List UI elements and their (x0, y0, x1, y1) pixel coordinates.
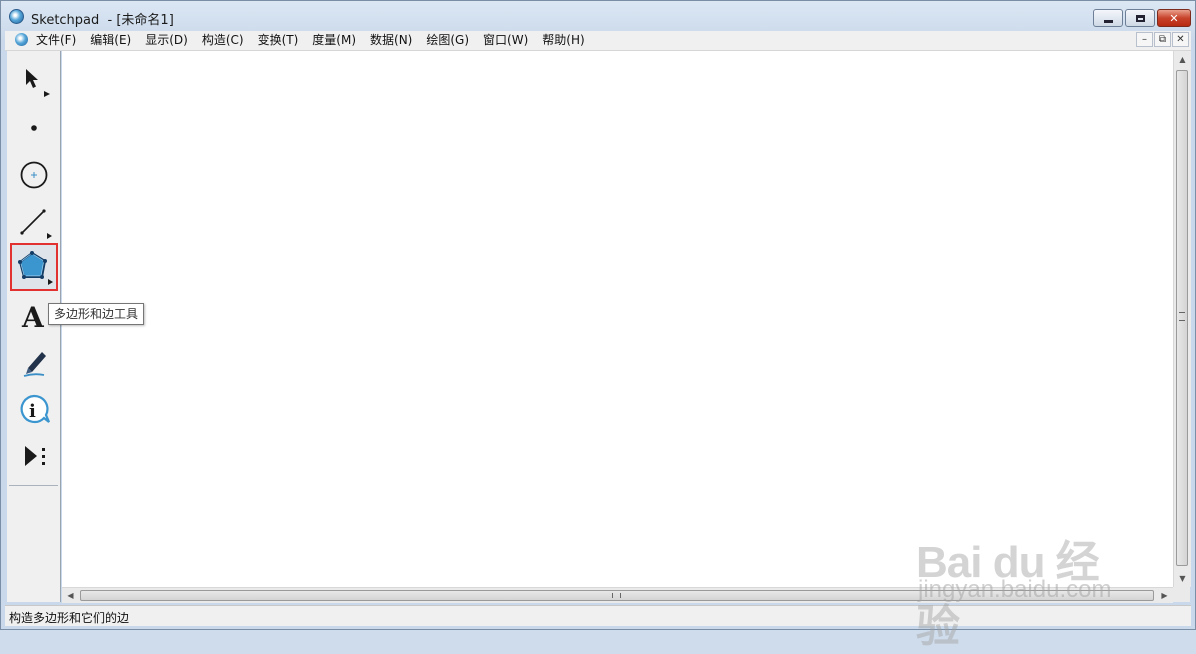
polygon-tool[interactable] (10, 243, 58, 291)
compass-tool[interactable] (11, 152, 57, 196)
play-dots-icon (25, 446, 45, 466)
close-button[interactable]: ✕ (1157, 9, 1191, 27)
minimize-button[interactable] (1093, 9, 1123, 27)
document-icon[interactable] (15, 33, 28, 46)
menu-bar: 文件(F) 编辑(E) 显示(D) 构造(C) 变换(T) 度量(M) 数据(N… (5, 31, 1191, 51)
menu-edit[interactable]: 编辑(E) (90, 33, 131, 48)
point-icon (31, 125, 37, 131)
menu-graph[interactable]: 绘图(G) (426, 33, 469, 48)
scroll-right-arrow-icon[interactable]: ▶ (1156, 588, 1173, 603)
scroll-corner (1173, 587, 1190, 602)
menu-transform[interactable]: 变换(T) (258, 33, 299, 48)
menu-help[interactable]: 帮助(H) (542, 33, 584, 48)
arrow-icon (26, 69, 50, 97)
title-bar[interactable]: Sketchpad - [未命名1] ✕ (1, 1, 1195, 31)
menu-display[interactable]: 显示(D) (145, 33, 188, 48)
vertical-scrollbar[interactable]: ▲ ▼ (1173, 51, 1191, 587)
baidu-watermark: Bai du 经验 jingyan.baidu.com (916, 496, 1136, 651)
point-tool[interactable] (11, 105, 57, 149)
doc-minimize-button[interactable]: – (1136, 32, 1153, 47)
marker-icon (23, 352, 46, 377)
grip-icon (1179, 312, 1185, 321)
svg-text:i: i (29, 401, 36, 422)
straightedge-tool[interactable] (11, 199, 57, 243)
menu-measure[interactable]: 度量(M) (312, 33, 356, 48)
doc-close-button[interactable]: ✕ (1172, 32, 1189, 47)
menu-construct[interactable]: 构造(C) (202, 33, 244, 48)
close-icon: ✕ (1169, 11, 1179, 25)
grip-icon (612, 593, 621, 598)
toolbox-divider (9, 485, 58, 486)
maximize-icon (1135, 14, 1145, 22)
menu-window[interactable]: 窗口(W) (483, 33, 528, 48)
marker-tool[interactable] (11, 340, 57, 384)
sketchpad-app-icon[interactable] (9, 9, 24, 24)
scroll-up-arrow-icon[interactable]: ▲ (1174, 51, 1191, 68)
svg-text:A: A (21, 301, 45, 334)
scroll-left-arrow-icon[interactable]: ◀ (62, 588, 79, 603)
toolbox: A i (7, 51, 61, 602)
circle-icon (20, 161, 48, 189)
minimize-icon (1103, 19, 1113, 23)
menu-file[interactable]: 文件(F) (36, 33, 76, 48)
window-title: Sketchpad - [未命名1] (31, 13, 174, 28)
maximize-button[interactable] (1125, 9, 1155, 27)
status-text: 构造多边形和它们的边 (9, 611, 130, 625)
pentagon-icon (18, 251, 53, 285)
doc-restore-button[interactable]: ⧉ (1154, 32, 1171, 47)
menu-data[interactable]: 数据(N) (370, 33, 412, 48)
info-icon: i (20, 394, 51, 424)
segment-icon (20, 209, 52, 239)
selection-arrow-tool[interactable] (11, 59, 57, 103)
scroll-down-arrow-icon[interactable]: ▼ (1174, 570, 1191, 587)
vertical-scroll-thumb[interactable] (1176, 70, 1188, 566)
app-window: Sketchpad - [未命名1] ✕ 文件(F) 编辑(E) 显示(D) 构… (0, 0, 1196, 651)
custom-tool[interactable] (11, 434, 57, 478)
watermark-url: jingyan.baidu.com (918, 576, 1112, 603)
tool-tooltip: 多边形和边工具 (48, 303, 145, 325)
information-tool[interactable]: i (11, 387, 57, 431)
